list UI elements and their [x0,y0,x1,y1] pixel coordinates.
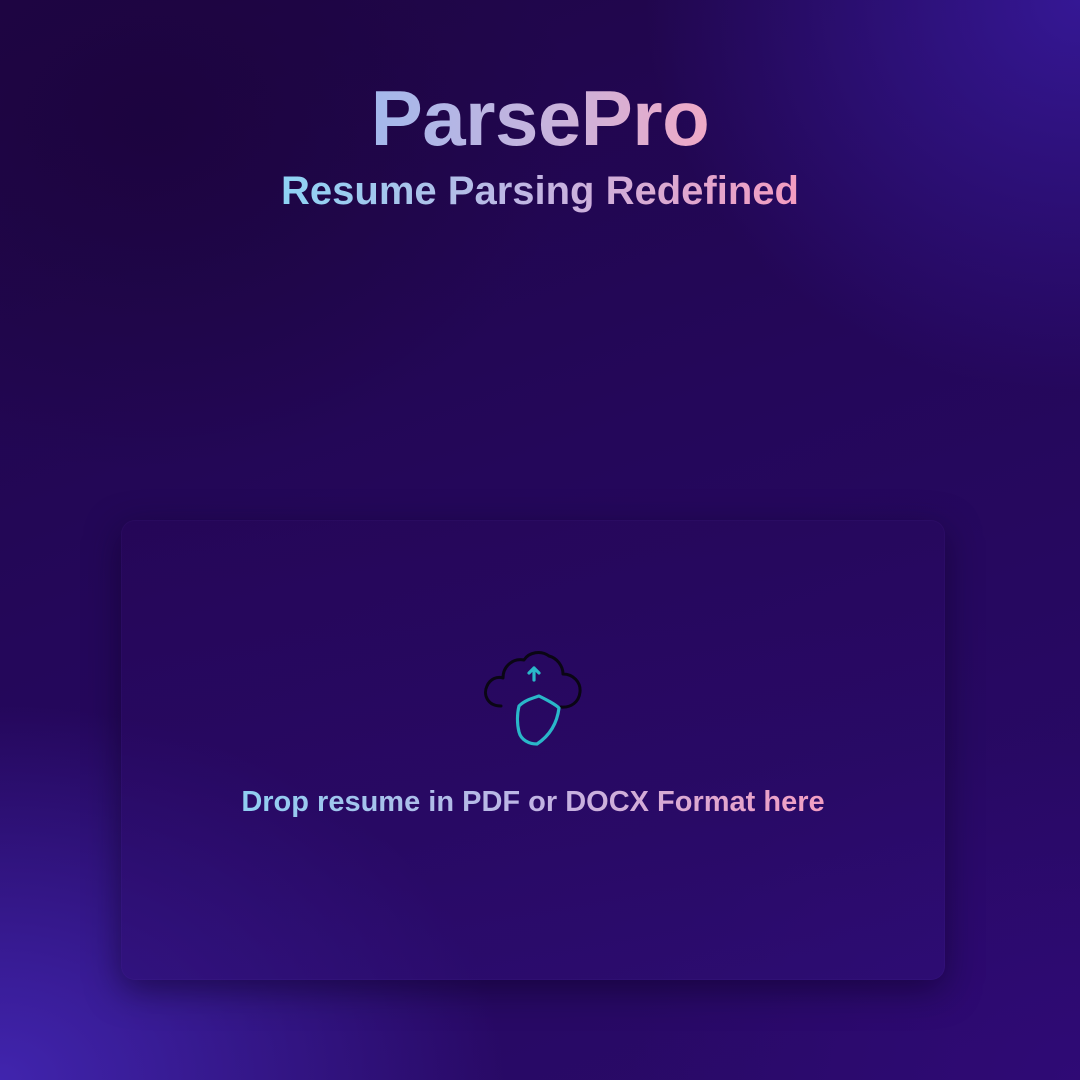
dropzone-label: Drop resume in PDF or DOCX Format here [241,786,825,818]
dropzone-label-wrap: Drop resume in PDF or DOCX Format here [121,784,945,820]
cloud-upload-icon [481,648,585,756]
app-subtitle: Resume Parsing Redefined [281,166,799,216]
header: ParsePro Resume Parsing Redefined [0,72,1080,216]
resume-dropzone[interactable]: Drop resume in PDF or DOCX Format here [121,520,945,980]
app-title: ParsePro [370,74,710,162]
